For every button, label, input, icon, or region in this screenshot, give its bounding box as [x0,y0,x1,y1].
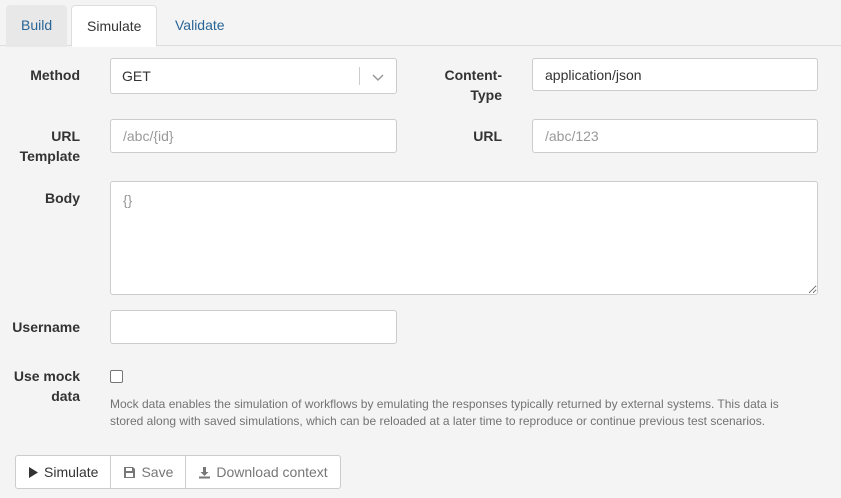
simulate-button[interactable]: Simulate [15,455,112,489]
download-context-label: Download context [216,464,328,480]
save-button-label: Save [141,464,174,480]
url-template-label-line2: Template [19,148,80,164]
url-input[interactable] [532,119,818,153]
content-type-label: Content- Type [420,65,502,105]
use-mock-help-text: Mock data enables the simulation of work… [110,397,779,428]
username-input[interactable] [110,310,397,344]
method-select[interactable]: GET [110,58,397,94]
floppy-icon [124,466,136,478]
content-type-label-line2: Type [470,87,502,103]
select-separator [359,67,360,85]
url-template-label: URL Template [10,126,80,166]
url-label: URL [473,128,502,144]
use-mock-checkbox[interactable] [110,370,123,383]
chevron-down-icon [372,74,384,82]
save-button[interactable]: Save [110,455,187,489]
content-type-label-line1: Content- [444,67,502,83]
action-button-group: Simulate Save Download context [15,455,341,489]
body-textarea[interactable] [110,181,818,295]
content-type-input[interactable] [532,58,818,91]
play-icon [29,466,38,478]
url-template-label-line1: URL [51,128,80,144]
tab-validate[interactable]: Validate [160,5,240,47]
use-mock-label: Use mock data [4,366,80,406]
use-mock-label-line1: Use mock [13,368,80,384]
body-label: Body [45,190,80,206]
tab-build[interactable]: Build [6,5,68,47]
download-icon [199,466,211,478]
download-context-button[interactable]: Download context [185,455,341,489]
simulate-button-label: Simulate [44,464,99,480]
tab-bar: Build Simulate Validate [0,0,841,47]
method-label: Method [30,67,80,83]
method-value: GET [122,68,151,84]
username-label: Username [12,319,80,335]
url-template-input[interactable] [110,119,397,153]
tab-simulate[interactable]: Simulate [71,5,157,47]
use-mock-label-line2: data [51,388,80,404]
